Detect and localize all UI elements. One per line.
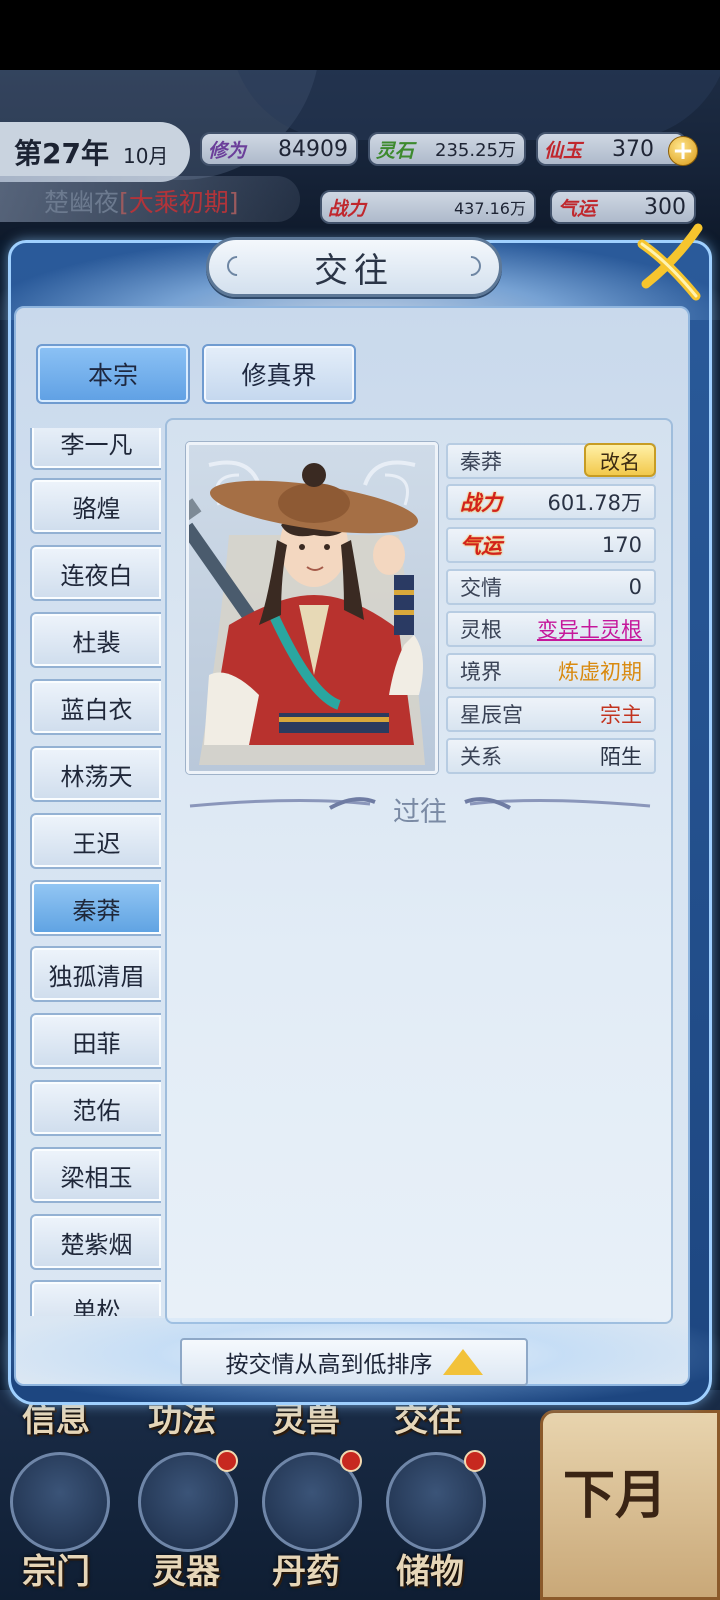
portrait-image [189,460,425,765]
info-combat-power: 战力 601.78万 [446,484,656,520]
player-realm: 大乘初期 [128,188,229,217]
character-list[interactable]: 李一凡 骆煌 连夜白 杜裴 蓝白衣 林荡天 王迟 秦莽 独孤清眉 田菲 范佑 梁… [28,428,163,1316]
info-spirit-root: 灵根 变异土灵根 [446,611,656,647]
list-item[interactable]: 李一凡 [30,428,161,470]
notification-dot [464,1450,486,1472]
dialog-title: 交往 [314,250,394,291]
notification-dot [216,1450,238,1472]
year-label: 第27年 [14,137,109,170]
info-sect-position: 星辰宫 宗主 [446,696,656,732]
close-icon[interactable] [632,222,706,302]
list-item[interactable]: 连夜白 [30,545,161,601]
list-item[interactable]: 田菲 [30,1013,161,1069]
dialog-title-plate: 交往 [206,237,502,297]
triangle-up-icon [442,1349,483,1375]
list-item[interactable]: 王迟 [30,813,161,869]
next-month-button[interactable]: 下月 [540,1410,720,1600]
info-luck: 气运 170 [446,527,656,563]
player-name[interactable]: 楚幽夜[大乘初期] [44,183,239,219]
info-relationship: 关系 陌生 [446,738,656,774]
spirit-root-link[interactable]: 变异土灵根 [537,614,642,644]
list-item[interactable]: 杜裴 [30,612,161,668]
nav-storage[interactable]: 储物 [396,1544,464,1593]
rename-button[interactable]: 改名 [584,443,656,477]
list-item[interactable]: 单松 [30,1280,161,1316]
nav-sect[interactable]: 宗门 [22,1544,90,1593]
add-jade-button[interactable]: + [668,136,698,166]
list-item[interactable]: 独孤清眉 [30,946,161,1002]
list-item[interactable]: 楚紫烟 [30,1214,161,1270]
list-item[interactable]: 林荡天 [30,746,161,802]
nav-pills[interactable]: 丹药 [272,1544,340,1593]
stat-combat-power: 战力 437.16万 [320,190,536,224]
tab-cultivation-world[interactable]: 修真界 [202,344,356,404]
nav-artifacts[interactable]: 灵器 [152,1544,220,1593]
character-name: 秦莽 [460,450,502,474]
list-item[interactable]: 梁相玉 [30,1147,161,1203]
list-item[interactable]: 范佑 [30,1080,161,1136]
sect-icon[interactable] [10,1452,110,1552]
info-realm: 境界 炼虚初期 [446,653,656,689]
list-item-selected[interactable]: 秦莽 [30,880,161,936]
past-section-title: 过往 [393,797,447,828]
stat-immortal-jade: 仙玉 370 [536,132,686,166]
info-friendship: 交情 0 [446,569,656,605]
stat-spirit-stone: 灵石 235.25万 [368,132,526,166]
status-bar [0,0,720,70]
list-item[interactable]: 蓝白衣 [30,679,161,735]
stat-cultivation: 修为 84909 [200,132,358,166]
character-portrait [186,442,438,774]
date-display: 第27年 10月 [14,132,168,172]
list-item[interactable]: 骆煌 [30,478,161,534]
notification-dot [340,1450,362,1472]
tab-own-sect[interactable]: 本宗 [36,344,190,404]
sort-by-friendship-button[interactable]: 按交情从高到低排序 [180,1338,528,1386]
month-label: 10月 [122,144,169,168]
stat-luck: 气运 300 [550,190,696,224]
